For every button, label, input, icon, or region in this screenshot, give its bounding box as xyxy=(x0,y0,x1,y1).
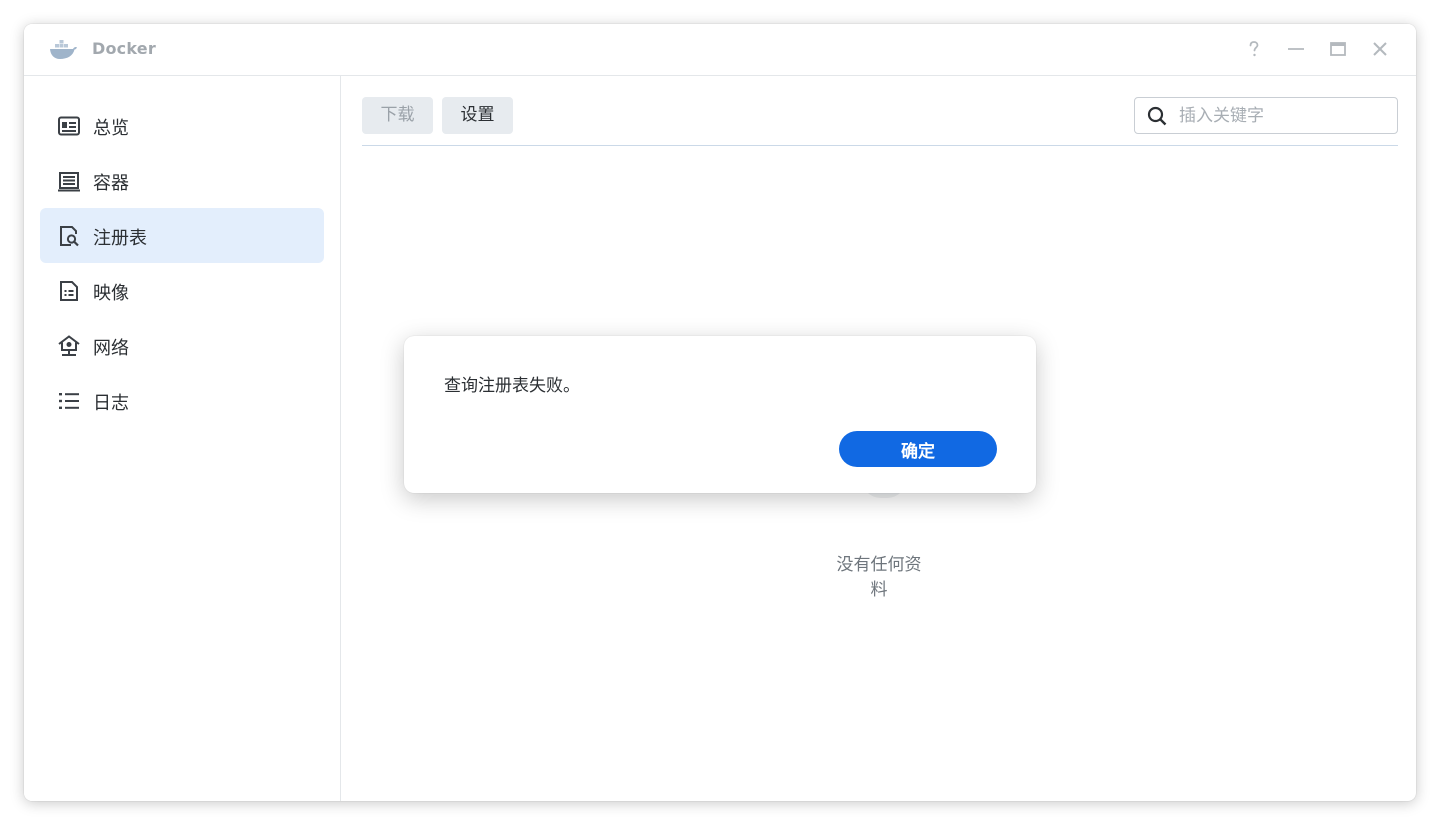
sidebar-item-network[interactable]: 网络 xyxy=(40,318,324,373)
network-home-icon xyxy=(58,335,80,357)
dialog-message: 查询注册表失败。 xyxy=(444,376,580,396)
ok-button[interactable]: 确定 xyxy=(839,431,997,467)
sidebar-item-log[interactable]: 日志 xyxy=(40,373,324,428)
sidebar-item-overview[interactable]: 总览 xyxy=(40,98,324,153)
minimize-button[interactable] xyxy=(1286,39,1306,59)
sidebar-item-label: 容器 xyxy=(93,173,129,194)
close-button[interactable] xyxy=(1370,39,1390,59)
toolbar-divider xyxy=(362,145,1398,146)
image-document-icon xyxy=(58,280,80,302)
sidebar-item-registry[interactable]: 注册表 xyxy=(40,208,324,263)
close-icon xyxy=(1370,39,1390,59)
sidebar-item-label: 总览 xyxy=(93,118,129,139)
search-input[interactable] xyxy=(1179,98,1384,133)
question-icon xyxy=(1244,39,1264,59)
sidebar-item-label: 网络 xyxy=(93,338,129,359)
download-tab[interactable]: 下载 xyxy=(362,97,433,134)
sidebar-item-image[interactable]: 映像 xyxy=(40,263,324,318)
minimize-icon xyxy=(1286,39,1306,59)
container-list-icon xyxy=(58,170,80,192)
sidebar-item-label: 注册表 xyxy=(93,228,147,249)
sidebar-item-label: 映像 xyxy=(93,283,129,304)
help-button[interactable] xyxy=(1244,39,1264,59)
sidebar-item-container[interactable]: 容器 xyxy=(40,153,324,208)
sidebar: 总览 容器 注册表 映像 网络 日志 xyxy=(24,76,341,801)
registry-search-icon xyxy=(58,225,80,247)
search-icon xyxy=(1147,106,1167,126)
sidebar-item-label: 日志 xyxy=(93,393,129,414)
maximize-button[interactable] xyxy=(1328,39,1348,59)
overview-card-icon xyxy=(58,115,80,137)
error-dialog: 查询注册表失败。 确定 xyxy=(404,336,1036,493)
empty-state-text: 没有任何资料 xyxy=(836,555,922,600)
docker-whale-icon xyxy=(48,38,78,62)
search-box[interactable] xyxy=(1134,97,1398,134)
maximize-icon xyxy=(1328,39,1348,59)
log-list-icon xyxy=(58,390,80,412)
settings-tab[interactable]: 设置 xyxy=(442,97,513,134)
title-bar: Docker xyxy=(24,24,1416,76)
window-title: Docker xyxy=(92,39,156,58)
